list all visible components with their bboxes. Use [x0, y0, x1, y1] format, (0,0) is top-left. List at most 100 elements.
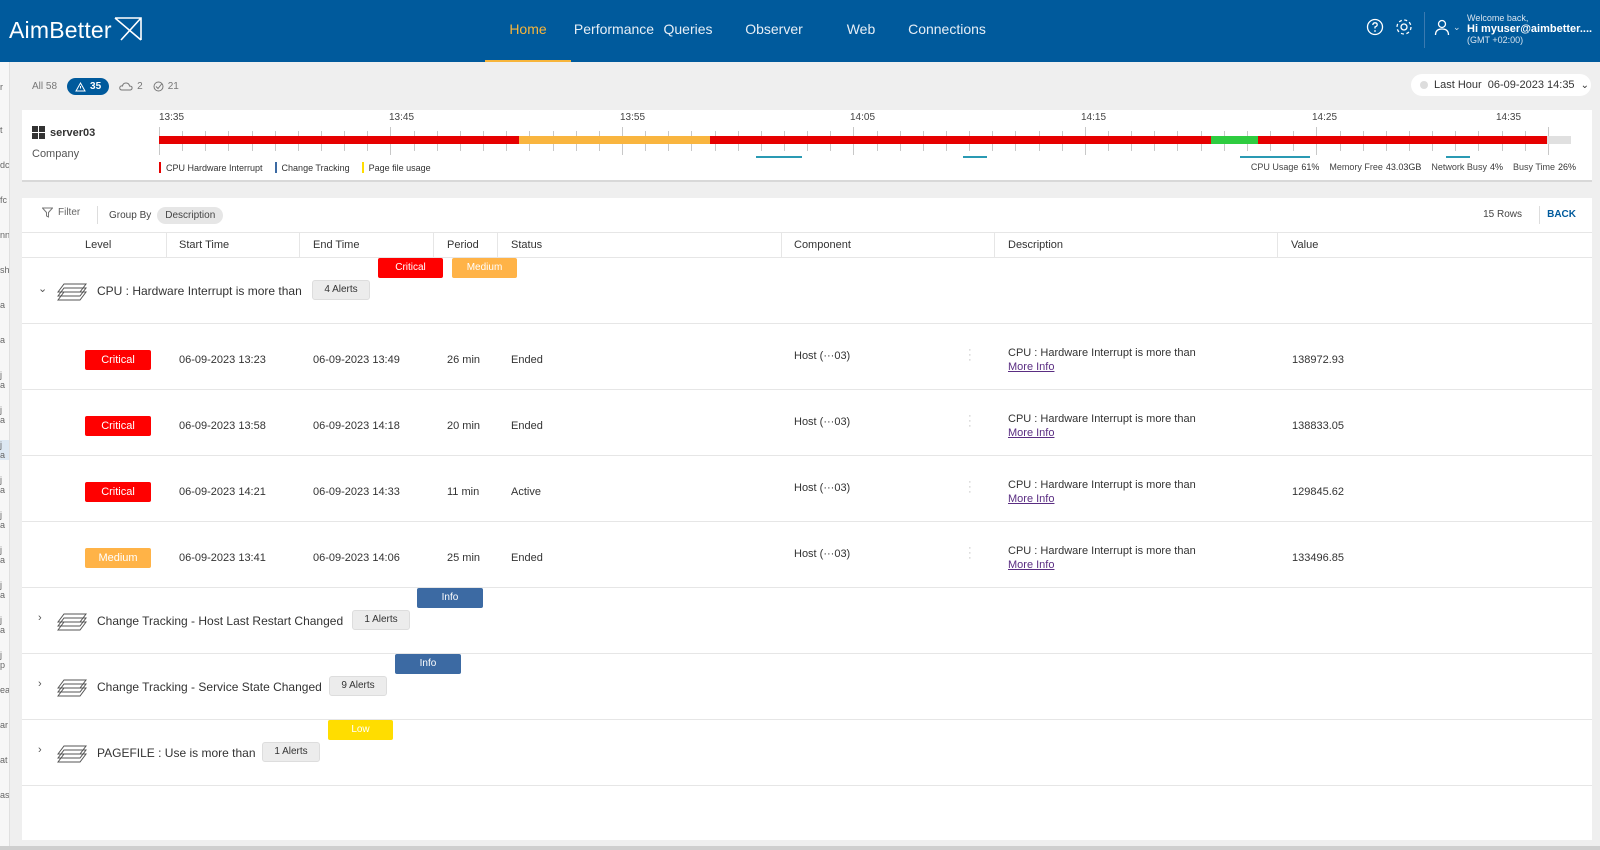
- group-by-pill[interactable]: Description: [157, 207, 224, 224]
- timeline-segment[interactable]: [1546, 136, 1571, 144]
- table-row[interactable]: Critical 06-09-2023 13:23 06-09-2023 13:…: [22, 324, 1592, 390]
- timeline-segment[interactable]: [1210, 136, 1258, 144]
- column-header-end-time[interactable]: End Time: [313, 239, 359, 251]
- chip-all[interactable]: All 58: [32, 81, 57, 92]
- sidebar-fragment[interactable]: t: [0, 125, 3, 135]
- settings-gear-icon[interactable]: [1395, 18, 1413, 36]
- table-row[interactable]: Critical 06-09-2023 13:58 06-09-2023 14:…: [22, 390, 1592, 456]
- severity-badge-low: Low: [328, 720, 393, 740]
- chevron-right-icon[interactable]: ›: [38, 678, 42, 690]
- nav-home[interactable]: Home: [485, 0, 571, 62]
- column-header-status[interactable]: Status: [511, 239, 542, 251]
- nav-web[interactable]: Web: [829, 0, 893, 62]
- sidebar-fragment[interactable]: a: [0, 335, 5, 345]
- sidebar-fragment[interactable]: at: [0, 755, 8, 765]
- nav-observer[interactable]: Observer: [719, 0, 829, 62]
- column-header-period[interactable]: Period: [447, 239, 479, 251]
- sidebar-fragment[interactable]: j a: [0, 510, 9, 530]
- back-button[interactable]: BACK: [1547, 209, 1576, 220]
- stat-label: Memory Free: [1329, 162, 1383, 172]
- sidebar-fragment[interactable]: j a: [0, 405, 9, 425]
- sidebar-fragment[interactable]: sh: [0, 265, 9, 275]
- sidebar-fragment[interactable]: j a: [0, 580, 9, 600]
- nav-connections[interactable]: Connections: [893, 0, 1001, 62]
- help-icon[interactable]: [1366, 18, 1384, 36]
- group-title: Change Tracking - Service State Changed: [97, 680, 322, 694]
- time-range-selector[interactable]: Last Hour 06-09-2023 14:35 ⌄: [1411, 74, 1591, 96]
- table-row[interactable]: Critical 06-09-2023 14:21 06-09-2023 14:…: [22, 456, 1592, 522]
- column-header-description[interactable]: Description: [1008, 239, 1063, 251]
- description-text: CPU : Hardware Interrupt is more than: [1008, 479, 1196, 491]
- level-badge: Critical: [85, 416, 151, 436]
- stat-label: CPU Usage: [1250, 162, 1299, 172]
- chevron-right-icon[interactable]: ›: [38, 744, 42, 756]
- chip-alerts[interactable]: 35: [67, 78, 110, 95]
- sidebar-fragment[interactable]: j a: [0, 545, 9, 565]
- table-row[interactable]: Medium 06-09-2023 13:41 06-09-2023 14:06…: [22, 522, 1592, 588]
- sidebar-fragment[interactable]: fc: [0, 195, 7, 205]
- more-info-link[interactable]: More Info: [1008, 361, 1054, 373]
- nav-performance[interactable]: Performance: [571, 0, 657, 62]
- chip-done[interactable]: 21: [153, 81, 179, 92]
- start-time-cell: 06-09-2023 14:21: [179, 486, 266, 498]
- horizontal-scrollbar[interactable]: [0, 846, 1600, 850]
- sidebar-fragment[interactable]: nn: [0, 230, 9, 240]
- column-divider[interactable]: [166, 233, 167, 258]
- change-tracking-marker[interactable]: [756, 156, 802, 158]
- server-name[interactable]: server03: [32, 126, 95, 139]
- aimbetter-logo[interactable]: AimBetter: [9, 17, 142, 44]
- timeline-segment[interactable]: [159, 136, 520, 144]
- column-header-level[interactable]: Level: [85, 239, 111, 251]
- chevron-right-icon[interactable]: ›: [38, 612, 42, 624]
- more-info-link[interactable]: More Info: [1008, 427, 1054, 439]
- sidebar-fragment[interactable]: j p: [0, 650, 9, 670]
- layers-stack-icon: [57, 283, 87, 301]
- sidebar-fragment-selected[interactable]: j a: [0, 440, 9, 460]
- alert-group-host-last-restart[interactable]: › Change Tracking - Host Last Restart Ch…: [22, 588, 1592, 654]
- alert-timeline-bar[interactable]: [159, 136, 1571, 144]
- alert-group-cpu-hardware-interrupt[interactable]: ⌄ CPU : Hardware Interrupt is more than …: [22, 258, 1592, 324]
- column-header-component[interactable]: Component: [794, 239, 851, 251]
- sidebar-fragment[interactable]: ar: [0, 720, 8, 730]
- column-header-start-time[interactable]: Start Time: [179, 239, 229, 251]
- row-menu-icon[interactable]: · · ·: [968, 543, 972, 564]
- sidebar-fragment[interactable]: r: [0, 82, 3, 92]
- user-icon[interactable]: [1433, 18, 1451, 36]
- timeline-segment[interactable]: [1257, 136, 1547, 144]
- column-divider[interactable]: [1277, 233, 1278, 258]
- sidebar-fragment[interactable]: dc: [0, 160, 9, 170]
- sidebar-fragment[interactable]: j a: [0, 475, 9, 495]
- sidebar-fragment[interactable]: as: [0, 790, 9, 800]
- column-divider[interactable]: [299, 233, 300, 258]
- sidebar-fragment[interactable]: j a: [0, 615, 9, 635]
- timeline-segment[interactable]: [519, 136, 710, 144]
- column-header-value[interactable]: Value: [1291, 239, 1318, 251]
- column-divider[interactable]: [433, 233, 434, 258]
- column-divider[interactable]: [994, 233, 995, 258]
- period-cell: 25 min: [447, 552, 481, 564]
- more-info-link[interactable]: More Info: [1008, 559, 1054, 571]
- sidebar-fragment[interactable]: j a: [0, 370, 9, 390]
- sidebar-fragment[interactable]: a: [0, 300, 5, 310]
- more-info-link[interactable]: More Info: [1008, 493, 1054, 505]
- row-menu-icon[interactable]: · · ·: [968, 345, 972, 366]
- user-menu-chevron-icon[interactable]: ⌄: [1453, 22, 1461, 33]
- change-tracking-marker[interactable]: [1446, 156, 1470, 158]
- sidebar-fragment[interactable]: ea: [0, 685, 9, 695]
- table-toolbar: Filter Group By Description 15 Rows BACK: [22, 198, 1592, 232]
- nav-queries[interactable]: Queries: [657, 0, 719, 62]
- alert-group-service-state[interactable]: › Change Tracking - Service State Change…: [22, 654, 1592, 720]
- chevron-down-icon[interactable]: ⌄: [38, 282, 47, 295]
- legend-label: Page file usage: [368, 162, 431, 173]
- row-menu-icon[interactable]: · · ·: [968, 411, 972, 432]
- filter-button[interactable]: Filter: [42, 207, 80, 218]
- chip-cloud[interactable]: 2: [119, 81, 143, 92]
- timeline-segment[interactable]: [709, 136, 1211, 144]
- change-tracking-marker[interactable]: [1240, 156, 1310, 158]
- alert-group-pagefile[interactable]: › PAGEFILE : Use is more than 1 Alerts L…: [22, 720, 1592, 786]
- row-menu-icon[interactable]: · · ·: [968, 477, 972, 498]
- welcome-block[interactable]: Welcome back, Hi myuser@aimbetter.... (G…: [1467, 13, 1592, 46]
- column-divider[interactable]: [781, 233, 782, 258]
- column-divider[interactable]: [497, 233, 498, 258]
- change-tracking-marker[interactable]: [963, 156, 987, 158]
